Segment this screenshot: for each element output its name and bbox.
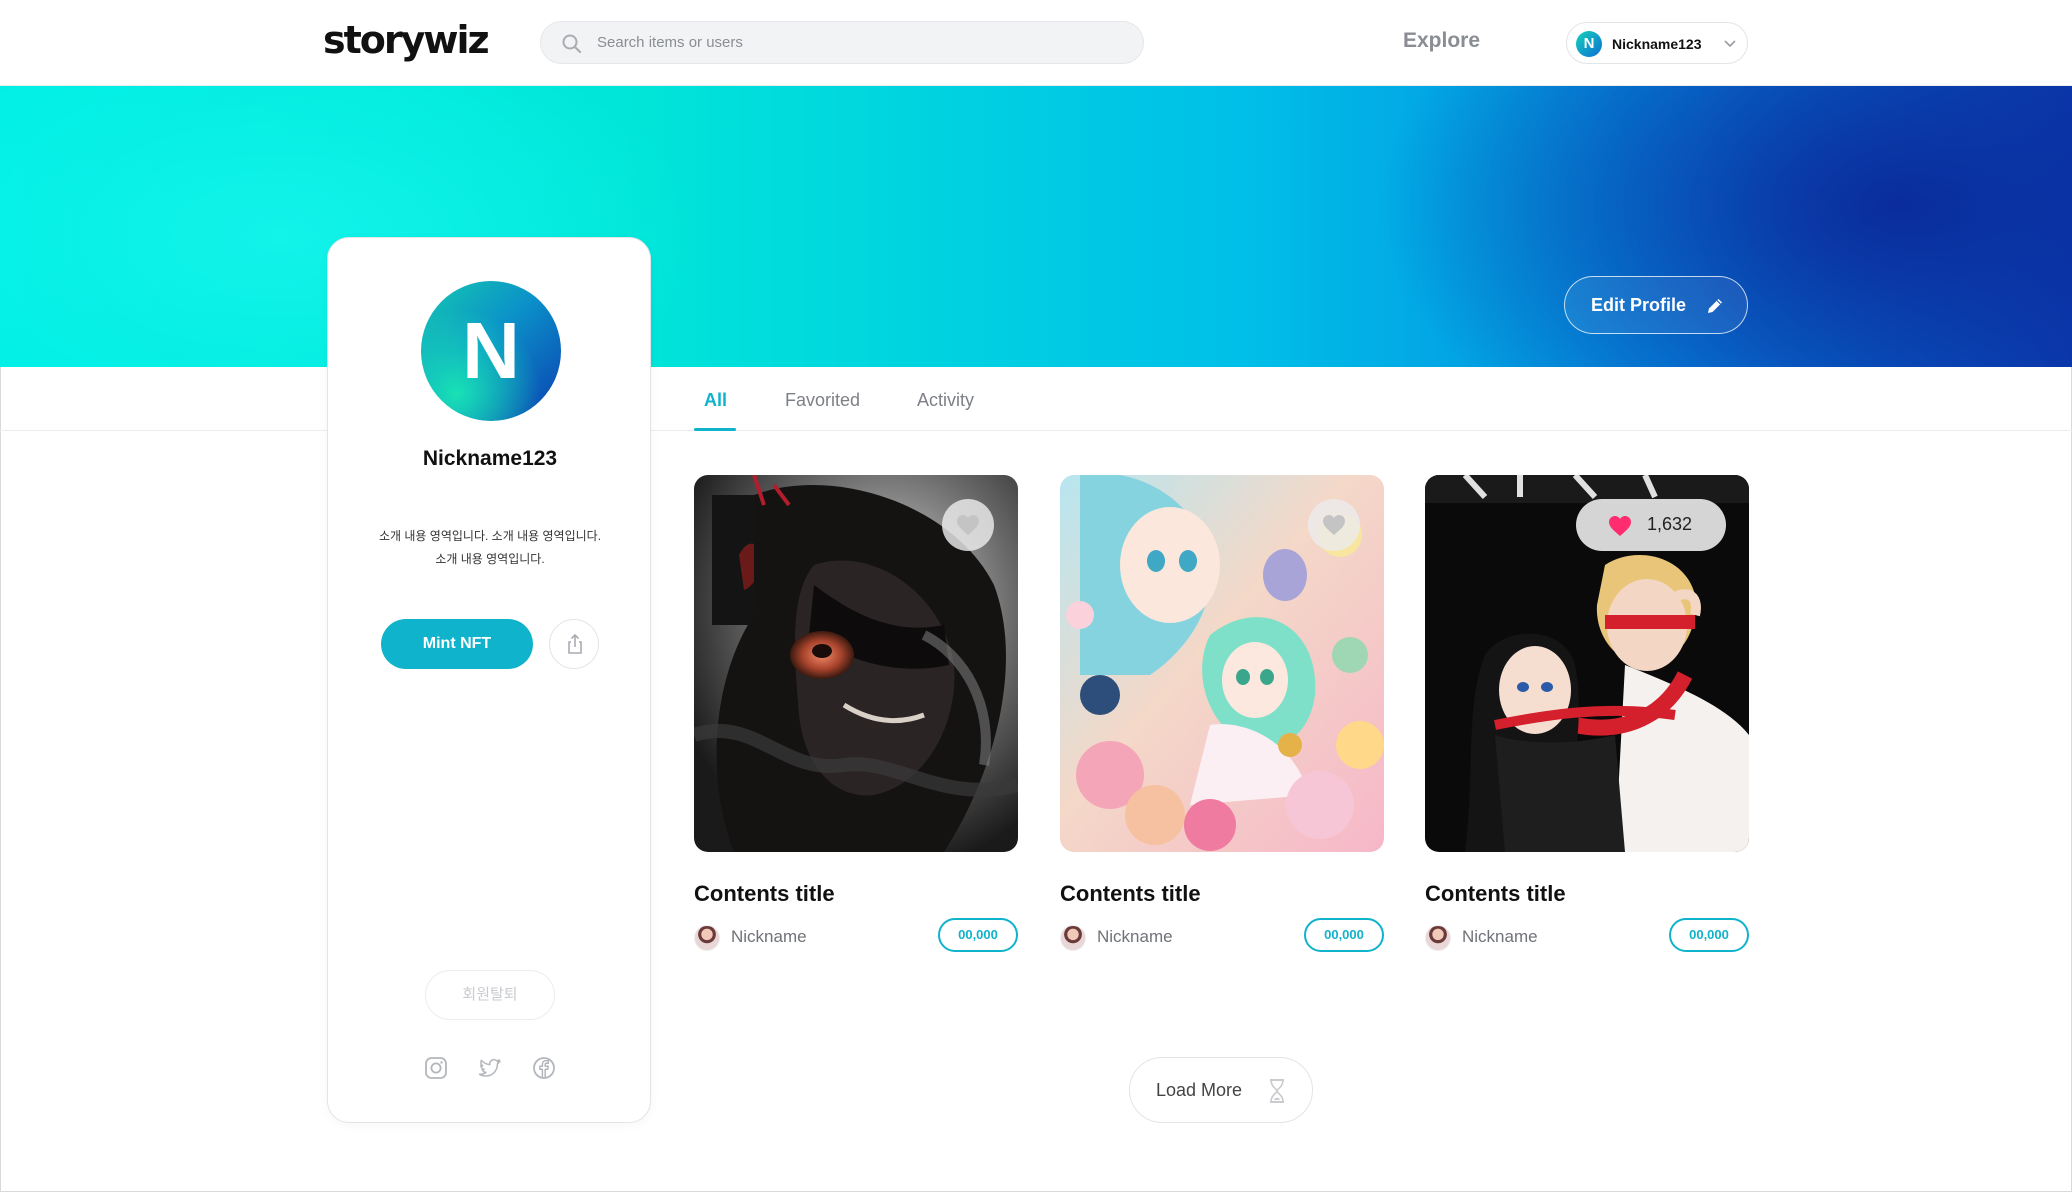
twitter-icon[interactable] [478,1056,502,1080]
explore-link[interactable]: Explore [1403,29,1480,53]
profile-card: N Nickname123 소개 내용 영역입니다. 소개 내용 영역입니다. … [327,237,651,1123]
price-badge: 00,000 [938,918,1018,952]
profile-bio-line: 소개 내용 영역입니다. 소개 내용 영역입니다. [378,529,602,543]
user-avatar: N [1576,31,1602,57]
content-thumbnail[interactable]: 1,632 [1425,475,1749,852]
heart-icon [1609,516,1631,536]
load-more-label: Load More [1156,1080,1243,1100]
edit-profile-label: Edit Profile [1591,295,1687,315]
instagram-icon[interactable] [424,1056,448,1080]
favorite-button[interactable] [942,499,994,551]
chevron-down-icon [1724,40,1736,48]
edit-profile-button[interactable]: Edit Profile [1564,276,1748,334]
creator-nickname[interactable]: Nickname [1462,927,1538,947]
load-more-button[interactable]: Load More [1129,1057,1313,1123]
creator-avatar [1060,925,1086,951]
search-icon [562,34,582,54]
favorite-count: 1,632 [1647,514,1693,534]
content-title[interactable]: Contents title [1425,881,1566,907]
user-menu-name: Nickname123 [1612,36,1702,52]
favorite-count-button[interactable]: 1,632 [1576,499,1726,551]
content-title[interactable]: Contents title [694,881,835,907]
creator-avatar [1425,925,1451,951]
facebook-icon[interactable] [532,1056,556,1080]
search-input[interactable] [597,22,1117,63]
tab-all[interactable]: All [704,390,727,411]
price-badge: 00,000 [1304,918,1384,952]
share-icon [568,633,582,654]
withdraw-membership-button[interactable]: 회원탈퇴 [425,970,555,1020]
content-thumbnail[interactable] [1060,475,1384,852]
profile-cover-banner [0,86,2072,367]
tab-favorited[interactable]: Favorited [785,390,860,411]
profile-bio: 소개 내용 영역입니다. 소개 내용 영역입니다. 소개 내용 영역입니다. [360,525,620,571]
heart-icon [957,515,979,535]
favorite-button[interactable] [1308,499,1360,551]
creator-avatar [694,925,720,951]
price-badge: 00,000 [1669,918,1749,952]
user-menu-dropdown[interactable]: N Nickname123 [1566,22,1748,64]
tabs-divider [0,430,2072,431]
profile-bio-line: 소개 내용 영역입니다. [435,552,545,566]
creator-nickname[interactable]: Nickname [731,927,807,947]
profile-name: Nickname123 [422,447,558,470]
pencil-icon [1708,299,1722,313]
content-title[interactable]: Contents title [1060,881,1201,907]
top-navigation-bar: storywiz Explore N Nickname123 [0,0,2072,86]
content-thumbnail[interactable] [694,475,1018,852]
tab-activity[interactable]: Activity [917,390,974,411]
active-tab-indicator [694,428,736,431]
search-bar[interactable] [540,21,1144,64]
creator-nickname[interactable]: Nickname [1097,927,1173,947]
mint-nft-button[interactable]: Mint NFT [381,619,533,669]
heart-icon [1323,515,1345,535]
share-button[interactable] [549,619,599,669]
storywiz-logo[interactable]: storywiz [323,18,490,62]
profile-avatar: N [421,281,561,421]
hourglass-icon [1270,1079,1284,1103]
